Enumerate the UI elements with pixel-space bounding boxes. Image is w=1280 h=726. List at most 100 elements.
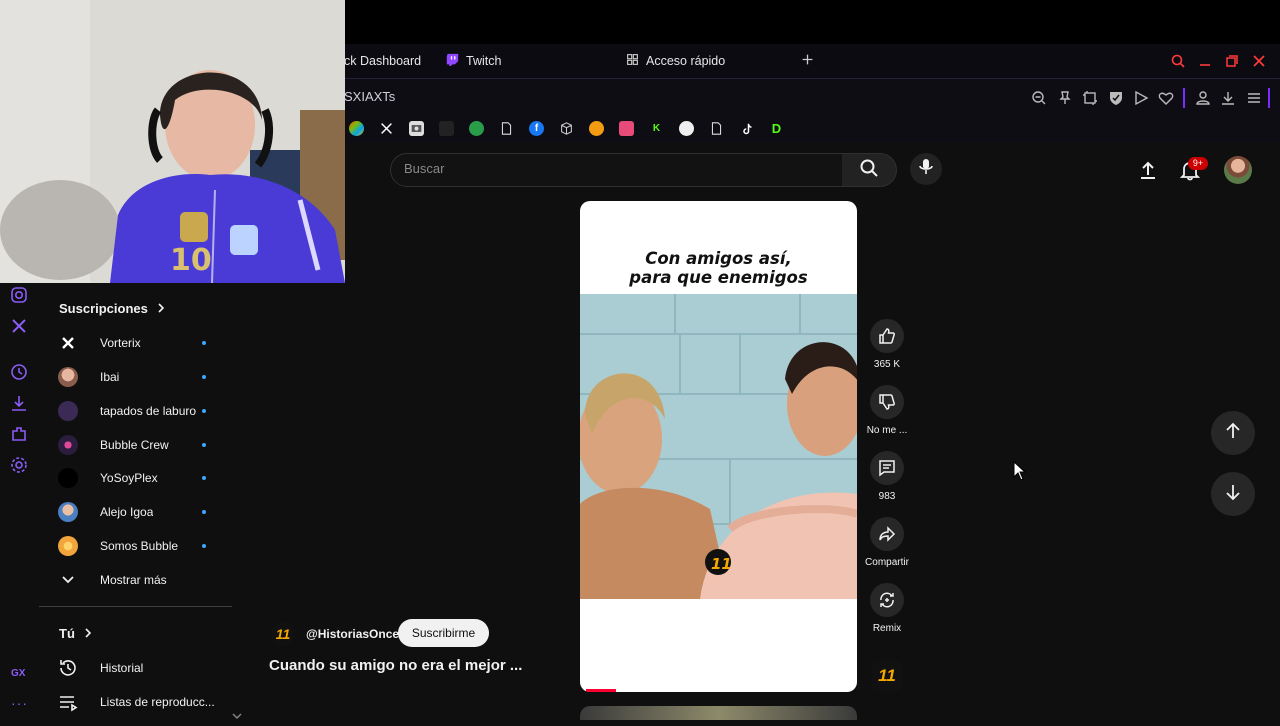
new-content-dot — [202, 409, 206, 413]
remix-button[interactable]: Remix — [863, 583, 911, 634]
subscriptions-title: Suscripciones — [59, 301, 148, 316]
new-content-dot — [202, 510, 206, 514]
image-bookmark-icon[interactable] — [409, 121, 424, 136]
webcam-picture: 10 — [0, 0, 345, 283]
subscription-name: Somos Bubble — [100, 539, 179, 553]
upload-icon[interactable] — [1138, 160, 1158, 180]
d-bookmark-icon[interactable]: D — [769, 121, 784, 136]
scroll-chevron-icon[interactable] — [231, 708, 243, 719]
page-bookmark-icon[interactable] — [709, 121, 724, 136]
green-bookmark-icon[interactable] — [469, 121, 484, 136]
send-icon[interactable] — [1133, 90, 1149, 106]
short-video-player[interactable]: Con amigos así, para que enemigos 11 — [580, 201, 857, 692]
comment-count: 983 — [878, 491, 896, 502]
subscriptions-header[interactable]: Suscripciones — [59, 301, 166, 316]
somos-bubble-avatar — [58, 536, 78, 556]
subscription-name: tapados de laburo — [100, 404, 197, 418]
toolbar-divider — [1268, 88, 1270, 108]
cube-bookmark-icon[interactable] — [559, 121, 574, 136]
discord-bookmark-icon[interactable] — [679, 121, 694, 136]
you-title: Tú — [59, 626, 75, 641]
minimize-icon[interactable] — [1197, 53, 1213, 69]
new-content-dot — [202, 476, 206, 480]
copilot-bookmark-icon[interactable] — [349, 121, 364, 136]
search-input[interactable] — [390, 153, 844, 187]
facebook-bookmark-icon[interactable]: f — [529, 121, 544, 136]
short-video-frame: 11 — [580, 294, 857, 599]
short-title[interactable]: Cuando su amigo no era el mejor ... — [269, 657, 522, 674]
download-icon[interactable] — [1220, 90, 1236, 106]
you-section-header[interactable]: Tú — [59, 626, 93, 641]
subscription-item[interactable]: Alejo Igoa — [58, 499, 218, 525]
search-tabs-icon[interactable] — [1170, 53, 1186, 69]
heart-icon[interactable] — [1158, 90, 1174, 106]
settings-gear-icon[interactable] — [10, 456, 28, 474]
zoom-out-icon[interactable] — [1031, 90, 1047, 106]
extensions-icon[interactable] — [10, 425, 28, 443]
share-button[interactable]: Compartir — [863, 517, 911, 568]
channel-handle[interactable]: @HistoriasOnce — [306, 627, 399, 641]
tab-label: Twitch — [466, 54, 502, 68]
subscribe-button[interactable]: Suscribirme — [398, 619, 489, 647]
pink-bookmark-icon[interactable] — [619, 121, 634, 136]
channel-avatar[interactable]: 11 — [271, 622, 295, 646]
subscription-item[interactable]: Ibai — [58, 364, 218, 390]
sidebar-item-history[interactable]: Historial — [58, 655, 218, 681]
x-icon[interactable] — [10, 317, 28, 335]
kick-bookmark-icon[interactable]: K — [649, 121, 664, 136]
caption-line: Con amigos así, — [645, 249, 792, 268]
sound-channel-thumbnail[interactable]: 11 — [872, 661, 902, 691]
like-button[interactable]: 365 K — [863, 319, 911, 370]
short-caption: Con amigos así, para que enemigos — [580, 249, 857, 287]
tab-twitch[interactable]: Twitch — [446, 44, 501, 78]
previous-short-button[interactable] — [1211, 411, 1255, 455]
pin-icon[interactable] — [1057, 90, 1073, 106]
search-button[interactable] — [842, 153, 897, 187]
yosoyplex-avatar — [58, 468, 78, 488]
short-progress-bar[interactable] — [586, 689, 617, 692]
maximize-icon[interactable] — [1224, 53, 1240, 69]
instagram-icon[interactable] — [10, 286, 28, 304]
next-short-preview[interactable] — [580, 706, 857, 720]
close-icon[interactable] — [1251, 53, 1267, 69]
microphone-icon — [917, 158, 935, 181]
sidebar-item-label: Historial — [100, 661, 144, 675]
orange-bookmark-icon[interactable] — [589, 121, 604, 136]
gx-label[interactable]: GX — [11, 668, 25, 679]
subscription-item[interactable]: YoSoyPlex — [58, 465, 218, 491]
next-short-button[interactable] — [1211, 472, 1255, 516]
more-options-icon[interactable]: ··· — [11, 695, 28, 711]
sidebar-item-playlists[interactable]: Listas de reproducc... — [58, 689, 218, 715]
x-bookmark-icon[interactable] — [379, 121, 394, 136]
menu-icon[interactable] — [1246, 90, 1262, 106]
history-icon — [58, 658, 78, 678]
voice-search-button[interactable] — [910, 153, 942, 185]
shield-icon[interactable] — [1108, 90, 1124, 106]
tab-label: Acceso rápido — [646, 54, 726, 68]
document-bookmark-icon[interactable] — [499, 121, 514, 136]
tab-acceso-rapido[interactable]: Acceso rápido — [626, 44, 725, 78]
subscription-item[interactable]: tapados de laburo — [58, 398, 218, 424]
new-content-dot — [202, 341, 206, 345]
app-bookmark-icon[interactable] — [439, 121, 454, 136]
alejo-igoa-avatar — [58, 502, 78, 522]
snapshot-icon[interactable] — [1082, 90, 1098, 106]
notifications-badge: 9+ — [1188, 157, 1208, 170]
svg-text:10: 10 — [170, 243, 212, 278]
tab-dashboard[interactable]: ck Dashboard — [344, 44, 421, 78]
subscription-name: Alejo Igoa — [100, 505, 154, 519]
history-clock-icon[interactable] — [10, 363, 28, 381]
profile-icon[interactable] — [1195, 90, 1211, 106]
subscription-item[interactable]: Vorterix — [58, 330, 218, 356]
avatar[interactable] — [1224, 156, 1252, 184]
subscription-item[interactable]: Somos Bubble — [58, 533, 218, 559]
tab-label: ck Dashboard — [344, 54, 422, 68]
comments-button[interactable]: 983 — [863, 451, 911, 502]
dislike-button[interactable]: No me ... — [863, 385, 911, 436]
tiktok-bookmark-icon[interactable] — [739, 121, 754, 136]
download-icon[interactable] — [10, 394, 28, 412]
new-tab-button[interactable] — [801, 44, 814, 78]
show-more-button[interactable]: Mostrar más — [58, 567, 218, 593]
remix-label: Remix — [872, 623, 902, 634]
subscription-item[interactable]: Bubble Crew — [58, 432, 218, 458]
